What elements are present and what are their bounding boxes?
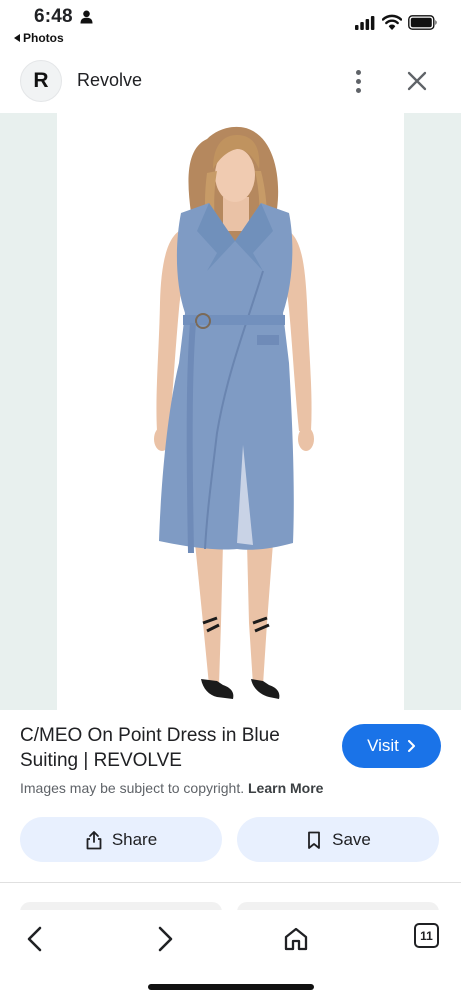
share-icon [86, 830, 102, 849]
home-button[interactable] [279, 922, 313, 956]
learn-more-link[interactable]: Learn More [248, 780, 323, 796]
site-avatar[interactable]: R [20, 60, 62, 102]
dot [355, 69, 361, 75]
battery-icon [408, 15, 437, 30]
divider [0, 882, 461, 883]
site-name[interactable]: Revolve [77, 70, 142, 91]
back-triangle-icon [14, 34, 20, 42]
share-label: Share [111, 829, 158, 849]
back-app-label: Photos [23, 31, 64, 45]
dot [355, 87, 361, 93]
model-wearing-dress-illustration [154, 126, 314, 699]
signal-icon [355, 16, 375, 30]
product-image[interactable] [57, 113, 404, 710]
bottom-navigation: 11 [0, 910, 461, 1000]
tabs-icon[interactable]: 11 [414, 923, 439, 948]
clock: 6:48 [34, 6, 73, 27]
image-viewer [0, 113, 461, 710]
result-title[interactable]: C/MEO On Point Dress in Blue Suiting | R… [20, 723, 320, 773]
share-button[interactable]: Share [20, 817, 222, 862]
back-arrow-icon [27, 926, 42, 952]
status-bar: 6:48 Photos [0, 0, 461, 52]
chevron-right-icon [407, 740, 415, 752]
home-indicator [148, 984, 314, 990]
close-icon[interactable] [404, 68, 430, 94]
dot [355, 78, 361, 84]
save-label: Save [332, 829, 371, 849]
person-icon [80, 10, 93, 24]
source-header: R Revolve [0, 56, 461, 108]
bookmark-icon [308, 831, 321, 849]
copyright-text: Images may be subject to copyright. [20, 780, 245, 796]
forward-button[interactable] [148, 922, 182, 956]
home-icon [284, 927, 308, 951]
back-button[interactable] [18, 922, 52, 956]
visit-button[interactable]: Visit [342, 724, 441, 768]
save-button[interactable]: Save [237, 817, 439, 862]
more-vert-icon[interactable] [346, 66, 370, 96]
wifi-icon [382, 14, 402, 30]
forward-arrow-icon [158, 926, 173, 952]
copyright-notice: Images may be subject to copyright. Lear… [20, 780, 323, 796]
visit-label: Visit [367, 736, 399, 755]
back-to-app-link[interactable]: Photos [14, 31, 64, 45]
